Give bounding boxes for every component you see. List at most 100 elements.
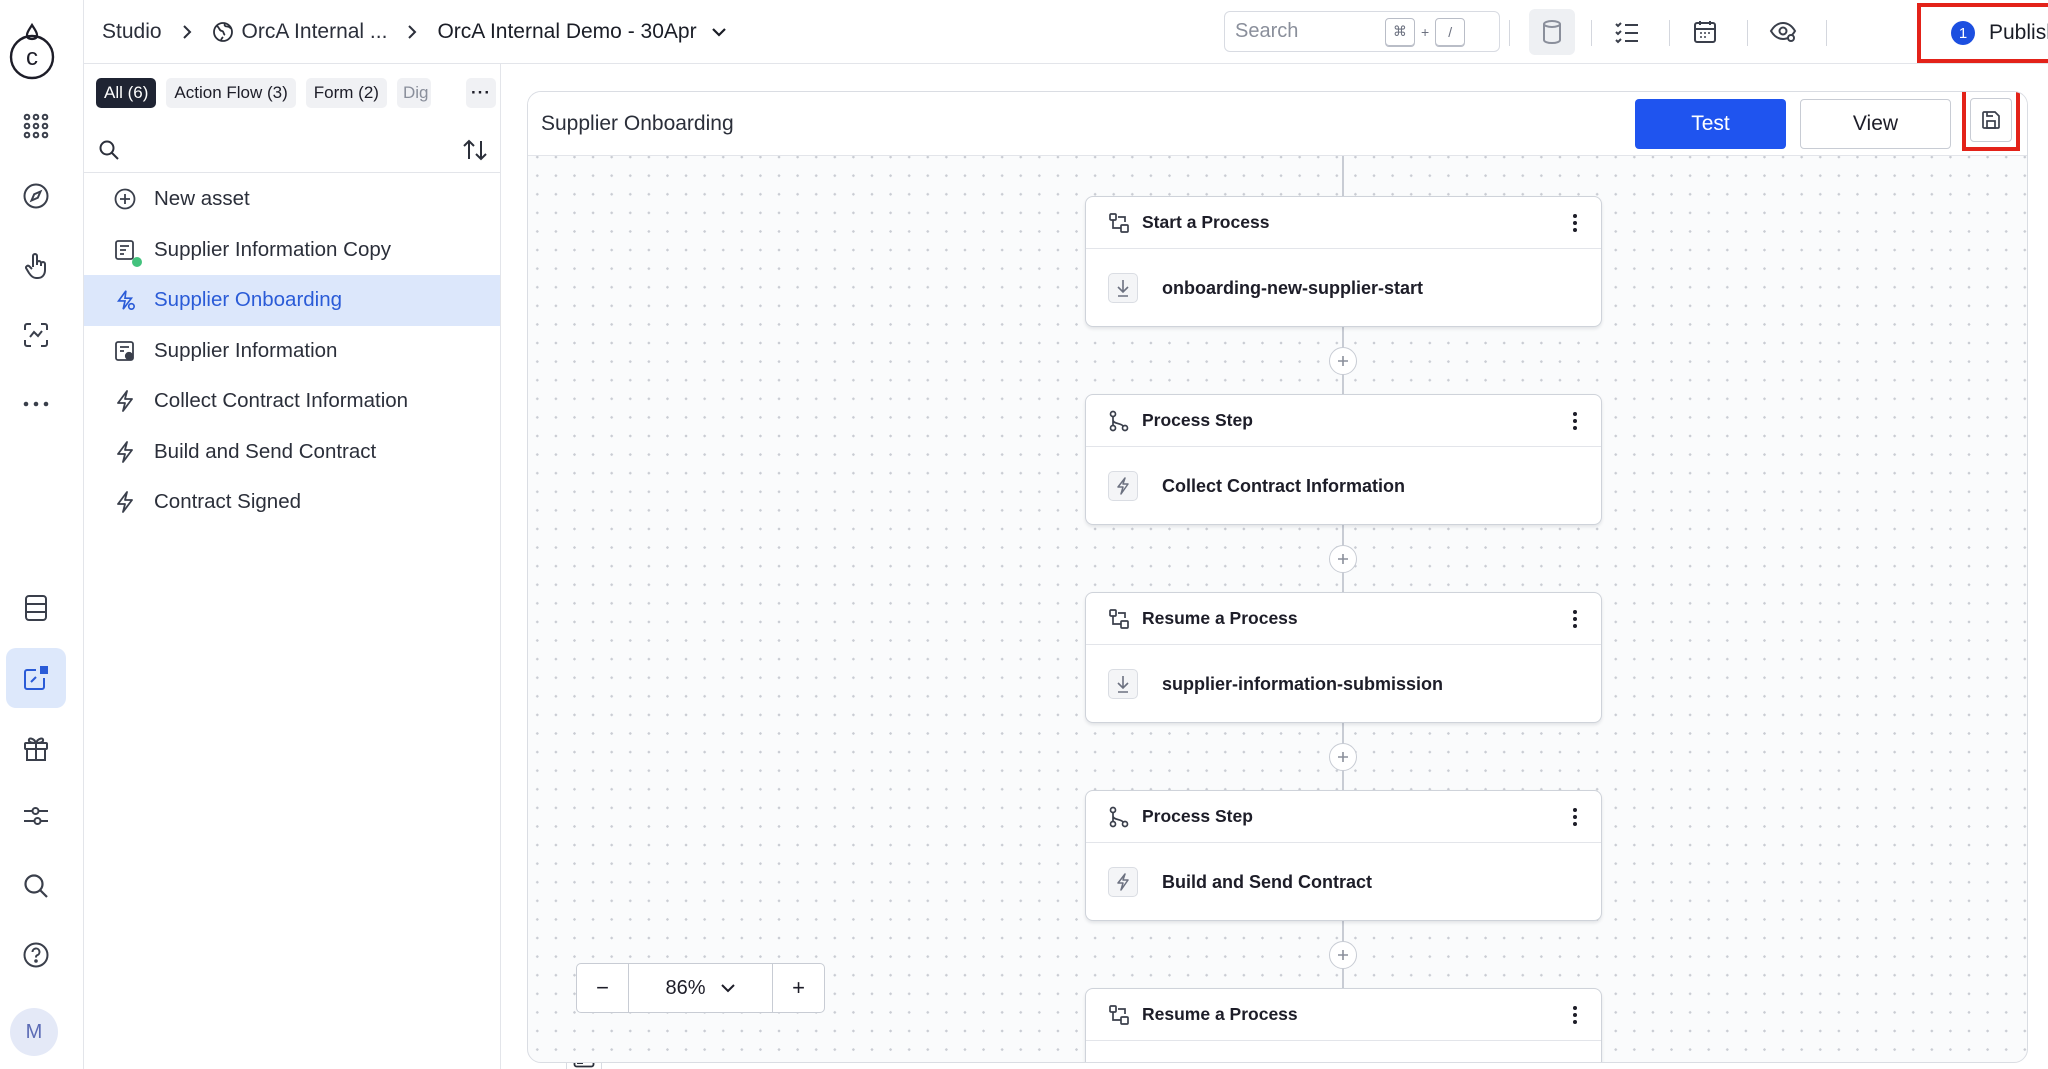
flow-node[interactable]: Process Step Build and Send Contract bbox=[1085, 790, 1602, 921]
toolbar-divider bbox=[1669, 20, 1670, 46]
node-name: Build and Send Contract bbox=[1162, 871, 1373, 892]
preview-settings-button[interactable] bbox=[1760, 9, 1806, 55]
node-body: Build and Send Contract bbox=[1086, 843, 1601, 921]
rail-explore-button[interactable] bbox=[6, 166, 66, 226]
lightning-icon bbox=[1108, 471, 1138, 501]
zoom-control: − 86% + bbox=[576, 963, 825, 1013]
chevron-down-icon bbox=[711, 27, 727, 37]
rail-settings-button[interactable] bbox=[6, 786, 66, 846]
flow-node[interactable]: Start a Process onboarding-new-supplier-… bbox=[1085, 196, 1602, 327]
publish-button[interactable]: 1 Publish bbox=[1917, 3, 2048, 63]
add-step-button[interactable] bbox=[1329, 347, 1357, 375]
canvas-title: Supplier Onboarding bbox=[541, 112, 734, 135]
breadcrumb-project-label: OrcA Internal Demo - 30Apr bbox=[437, 20, 697, 43]
node-header: Start a Process bbox=[1086, 197, 1601, 249]
app-logo[interactable]: c bbox=[6, 20, 58, 82]
asset-panel: All (6) Action Flow (3) Form (2) Dig ···… bbox=[84, 64, 602, 1069]
studio-app: c M Studio OrcA Internal ... OrcA Intern… bbox=[0, 0, 2048, 1069]
database-button[interactable] bbox=[1529, 9, 1575, 55]
rail-search-button[interactable] bbox=[6, 856, 66, 916]
node-menu-icon[interactable] bbox=[1563, 210, 1587, 236]
rail-assets-button[interactable] bbox=[6, 648, 66, 708]
rail-more-button[interactable] bbox=[6, 374, 66, 434]
sliders-icon bbox=[24, 807, 48, 825]
asset-item-selected[interactable]: Supplier Onboarding bbox=[84, 275, 500, 326]
calendar-icon bbox=[1694, 21, 1716, 43]
asset-item[interactable]: Contract Signed bbox=[84, 477, 500, 528]
node-menu-icon[interactable] bbox=[1563, 606, 1587, 632]
view-button[interactable]: View bbox=[1800, 99, 1951, 149]
asset-item[interactable]: Collect Contract Information bbox=[84, 376, 500, 427]
compass-icon bbox=[23, 183, 49, 209]
breadcrumb-workspace[interactable]: OrcA Internal ... bbox=[212, 20, 387, 44]
shortcut-slash-key: / bbox=[1435, 17, 1466, 46]
zoom-in-button[interactable]: + bbox=[773, 964, 824, 1012]
flow-start-icon bbox=[1108, 608, 1130, 630]
gift-icon bbox=[24, 737, 48, 761]
node-header: Resume a Process bbox=[1086, 989, 1601, 1041]
add-step-button[interactable] bbox=[1329, 545, 1357, 573]
rail-gift-button[interactable] bbox=[6, 718, 66, 778]
node-menu-icon[interactable] bbox=[1563, 804, 1587, 830]
filter-more-button[interactable]: ··· bbox=[466, 78, 496, 108]
top-bar: Studio OrcA Internal ... OrcA Internal D… bbox=[84, 0, 2048, 64]
flow-canvas[interactable]: Supplier Onboarding Test View Start a Pr… bbox=[527, 91, 2028, 1063]
download-arrow-icon bbox=[1108, 273, 1138, 303]
rail-apps-button[interactable] bbox=[6, 96, 66, 156]
branch-icon bbox=[1108, 806, 1130, 828]
node-menu-icon[interactable] bbox=[1563, 408, 1587, 434]
zoom-out-button[interactable]: − bbox=[577, 964, 628, 1012]
zoom-level-value: 86% bbox=[665, 976, 706, 999]
filter-chip-form[interactable]: Form (2) bbox=[305, 78, 387, 108]
breadcrumb-project[interactable]: OrcA Internal Demo - 30Apr bbox=[437, 20, 726, 44]
checklist-button[interactable] bbox=[1604, 9, 1650, 55]
help-icon bbox=[23, 942, 49, 968]
rail-data-button[interactable] bbox=[6, 578, 66, 638]
asset-label: Supplier Information bbox=[154, 338, 338, 362]
process-icon bbox=[114, 289, 136, 311]
rail-help-button[interactable] bbox=[6, 925, 66, 985]
asset-label: Collect Contract Information bbox=[154, 389, 409, 413]
status-dot bbox=[132, 256, 142, 267]
add-step-button[interactable] bbox=[1329, 743, 1357, 771]
plus-icon bbox=[1338, 752, 1348, 762]
asset-search-input[interactable] bbox=[130, 139, 462, 161]
publish-label: Publish bbox=[1989, 21, 2048, 44]
asset-label: Build and Send Contract bbox=[154, 439, 377, 463]
calendar-button[interactable] bbox=[1682, 9, 1728, 55]
flow-node[interactable]: Resume a Process bbox=[1085, 988, 1602, 1062]
asset-item[interactable]: Build and Send Contract bbox=[84, 427, 500, 478]
filter-chip-action-flow[interactable]: Action Flow (3) bbox=[166, 78, 296, 108]
sort-icon[interactable] bbox=[462, 138, 488, 162]
svg-text:c: c bbox=[26, 44, 38, 71]
flow-node[interactable]: Process Step Collect Contract Informatio… bbox=[1085, 394, 1602, 525]
breadcrumb-studio[interactable]: Studio bbox=[102, 20, 162, 44]
node-header: Process Step bbox=[1086, 395, 1601, 447]
test-button[interactable]: Test bbox=[1635, 99, 1786, 149]
apps-icon bbox=[23, 113, 49, 139]
filter-chip-digital[interactable]: Dig bbox=[396, 78, 431, 108]
asset-new[interactable]: New asset bbox=[84, 174, 500, 225]
save-icon bbox=[1982, 110, 2000, 129]
search-input[interactable] bbox=[1235, 20, 1385, 43]
asset-label: New asset bbox=[154, 187, 250, 211]
rail-scan-button[interactable] bbox=[6, 305, 66, 365]
lightning-icon bbox=[1108, 867, 1138, 897]
flow-node[interactable]: Resume a Process supplier-information-su… bbox=[1085, 592, 1602, 723]
save-button[interactable] bbox=[1962, 92, 2020, 151]
node-body: onboarding-new-supplier-start bbox=[1086, 249, 1601, 327]
plus-icon bbox=[1338, 554, 1348, 564]
asset-item[interactable]: Supplier Information Copy bbox=[84, 225, 500, 276]
asset-item[interactable]: Supplier Information bbox=[84, 326, 500, 377]
global-search[interactable]: ⌘ + / bbox=[1224, 11, 1500, 52]
user-avatar[interactable]: M bbox=[10, 1008, 58, 1056]
flow-start-icon bbox=[1108, 1004, 1130, 1026]
zoom-level-select[interactable]: 86% bbox=[628, 964, 773, 1012]
node-menu-icon[interactable] bbox=[1563, 1002, 1587, 1028]
cylinder-icon bbox=[1543, 20, 1561, 45]
add-step-button[interactable] bbox=[1329, 941, 1357, 969]
node-type: Resume a Process bbox=[1142, 1004, 1298, 1024]
filter-chip-all[interactable]: All (6) bbox=[96, 78, 157, 108]
toolbar-divider bbox=[1509, 20, 1510, 46]
rail-interact-button[interactable] bbox=[6, 236, 66, 296]
